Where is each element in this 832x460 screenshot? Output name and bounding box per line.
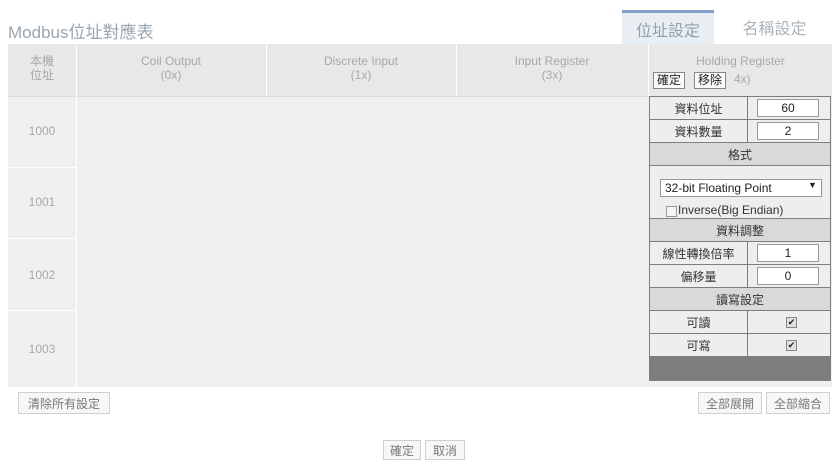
holding-remove-button[interactable]: 移除 <box>694 72 727 89</box>
row-address-1000: 1000 <box>28 124 56 138</box>
row-address-1003: 1003 <box>28 342 56 356</box>
offset-input[interactable]: 0 <box>757 267 819 285</box>
header-coil-output: Coil Output (0x) <box>76 44 266 96</box>
header-input-register-title: Input Register <box>514 54 590 68</box>
readable-checkbox[interactable]: ✔ <box>786 317 797 328</box>
offset-cell: 0 <box>748 265 830 287</box>
scale-cell: 1 <box>748 242 830 264</box>
row-address-1002: 1002 <box>28 268 56 282</box>
table-header: 本機 位址 Coil Output (0x) Discrete Input (1… <box>8 44 832 97</box>
page-title: Modbus位址對應表 <box>8 23 154 42</box>
header-discrete-sub: (1x) <box>350 68 372 82</box>
format-section-title: 格式 <box>650 143 830 165</box>
tab-name-settings[interactable]: 名稱設定 <box>722 10 827 44</box>
header-input-register-sub: (3x) <box>541 68 563 82</box>
header-local-address: 本機 位址 <box>8 44 76 96</box>
rw-section-title: 讀寫設定 <box>650 288 830 310</box>
expand-all-button[interactable]: 全部展開 <box>698 392 762 414</box>
data-count-label: 資料數量 <box>650 120 747 142</box>
header-holding-title: Holding Register <box>696 54 785 68</box>
header-local-address-line2: 位址 <box>29 68 54 82</box>
row-divider <box>8 167 76 168</box>
register-settings-panel: 資料位址 60 資料數量 2 格式 資料調整 線性轉換倍率 1 偏移量 0 讀寫… <box>649 96 831 381</box>
row-address-1001: 1001 <box>28 195 56 209</box>
cancel-button[interactable]: 取消 <box>425 440 465 460</box>
data-count-cell: 2 <box>748 120 830 142</box>
data-address-input[interactable]: 60 <box>757 99 819 117</box>
offset-label: 偏移量 <box>650 265 747 287</box>
confirm-button[interactable]: 確定 <box>383 440 421 460</box>
header-coil-title: Coil Output <box>140 54 202 68</box>
writable-cell: ✔ <box>748 334 830 356</box>
format-select[interactable]: 32-bit Floating Point <box>660 179 822 197</box>
header-input-register: Input Register (3x) <box>456 44 648 96</box>
collapse-all-button[interactable]: 全部縮合 <box>766 392 830 414</box>
readable-label: 可讀 <box>650 311 747 333</box>
clear-all-button[interactable]: 清除所有設定 <box>18 392 110 414</box>
tab-address-settings[interactable]: 位址設定 <box>622 10 714 44</box>
holding-confirm-button[interactable]: 確定 <box>653 72 686 89</box>
data-address-label: 資料位址 <box>650 97 747 119</box>
adjust-section-title: 資料調整 <box>650 219 830 241</box>
writable-checkbox[interactable]: ✔ <box>786 340 797 351</box>
header-coil-sub: (0x) <box>160 68 182 82</box>
header-discrete-input: Discrete Input (1x) <box>266 44 456 96</box>
column-divider <box>456 44 457 96</box>
column-divider <box>76 44 77 387</box>
scale-label: 線性轉換倍率 <box>650 242 747 264</box>
data-count-input[interactable]: 2 <box>757 122 819 140</box>
row-divider <box>8 310 76 311</box>
data-address-cell: 60 <box>748 97 830 119</box>
readable-cell: ✔ <box>748 311 830 333</box>
scale-input[interactable]: 1 <box>757 244 819 262</box>
inverse-label: Inverse(Big Endian) <box>678 203 784 217</box>
header-local-address-line1: 本機 <box>29 54 54 68</box>
inverse-checkbox[interactable] <box>666 206 677 217</box>
chevron-down-icon: ▼ <box>808 180 817 190</box>
header-discrete-title: Discrete Input <box>323 54 399 68</box>
column-divider <box>266 44 267 96</box>
writable-label: 可寫 <box>650 334 747 356</box>
row-divider <box>8 238 76 239</box>
header-holding-sub: 4x) <box>734 72 751 86</box>
column-divider <box>648 44 649 96</box>
